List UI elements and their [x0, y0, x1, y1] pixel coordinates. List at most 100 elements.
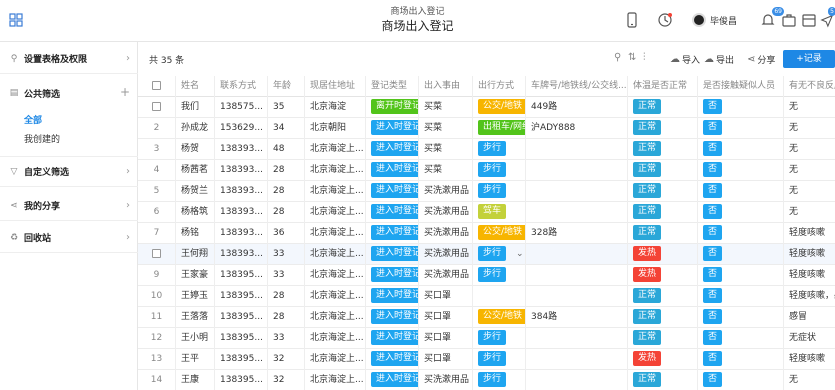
sort-icon[interactable]: ⇅: [628, 52, 636, 63]
table-cell[interactable]: 33: [268, 244, 305, 265]
table-cell[interactable]: 138395...: [215, 349, 268, 370]
header-cell[interactable]: 出入事由: [419, 76, 473, 97]
table-cell[interactable]: 36: [268, 223, 305, 244]
table-cell[interactable]: 步行: [473, 181, 526, 202]
add-record-button[interactable]: +记录: [783, 50, 835, 68]
table-cell[interactable]: 进入时登记: [366, 223, 419, 244]
table-cell[interactable]: 买洗漱用品: [419, 202, 473, 223]
row-number[interactable]: 12: [138, 328, 176, 349]
table-cell[interactable]: 进入时登记: [366, 244, 419, 265]
column-settings-icon[interactable]: ⫶: [643, 52, 646, 63]
table-cell[interactable]: [526, 370, 628, 390]
table-cell[interactable]: 王小明: [176, 328, 215, 349]
table-cell[interactable]: 北京海淀上...: [305, 307, 366, 328]
table-cell[interactable]: 28: [268, 160, 305, 181]
table-cell[interactable]: 正常: [628, 307, 698, 328]
share-button[interactable]: ⋖ 分享: [747, 53, 775, 66]
table-cell[interactable]: 步行: [473, 160, 526, 181]
table-cell[interactable]: 正常: [628, 139, 698, 160]
table-cell[interactable]: 无: [784, 97, 835, 118]
table-row[interactable]: 14 王康 138395... 32 北京海淀上... 进入时登记 买洗漱用品 步行 正常 否 无: [138, 370, 835, 390]
table-cell[interactable]: 328路: [526, 223, 628, 244]
table-cell[interactable]: 进入时登记: [366, 139, 419, 160]
row-number[interactable]: 14: [138, 370, 176, 390]
table-cell[interactable]: 进入时登记: [366, 160, 419, 181]
table-cell[interactable]: 否: [698, 244, 784, 265]
table-cell[interactable]: 轻度咳嗽: [784, 265, 835, 286]
row-checkbox[interactable]: [152, 249, 161, 258]
table-cell[interactable]: 王家豪: [176, 265, 215, 286]
table-cell[interactable]: 正常: [628, 118, 698, 139]
table-cell[interactable]: 出租车/网约车: [473, 118, 526, 139]
header-cell[interactable]: 现居住地址: [305, 76, 366, 97]
table-cell[interactable]: 王何翔: [176, 244, 215, 265]
export-button[interactable]: ☁ 导出: [704, 53, 734, 66]
header-cell[interactable]: 姓名: [176, 76, 215, 97]
table-cell[interactable]: 无症状: [784, 328, 835, 349]
table-cell[interactable]: 正常: [628, 286, 698, 307]
table-cell[interactable]: 发热: [628, 244, 698, 265]
table-cell[interactable]: 轻度咳嗽: [784, 244, 835, 265]
table-cell[interactable]: [526, 181, 628, 202]
table-cell[interactable]: 138393...: [215, 139, 268, 160]
table-row[interactable]: 13 王平 138395... 32 北京海淀上... 进入时登记 买口罩 步行 发热 否 轻度咳嗽: [138, 349, 835, 370]
header-cell[interactable]: 出行方式: [473, 76, 526, 97]
table-cell[interactable]: 153629...: [215, 118, 268, 139]
table-cell[interactable]: 驾车: [473, 202, 526, 223]
sidebar-item-custom-filter[interactable]: ▽ 自定义筛选 ›: [0, 157, 138, 187]
table-cell[interactable]: 北京海淀上...: [305, 223, 366, 244]
table-cell[interactable]: 138393...: [215, 202, 268, 223]
table-cell[interactable]: 进入时登记: [366, 370, 419, 390]
sidebar-item-my-share[interactable]: ⋖ 我的分享 ›: [0, 191, 138, 221]
table-cell[interactable]: 138395...: [215, 370, 268, 390]
table-cell[interactable]: [526, 139, 628, 160]
row-number[interactable]: 5: [138, 181, 176, 202]
header-cell[interactable]: 是否接触疑似人员: [698, 76, 784, 97]
table-cell[interactable]: 无: [784, 181, 835, 202]
table-cell[interactable]: 买口罩: [419, 328, 473, 349]
table-cell[interactable]: 138395...: [215, 307, 268, 328]
table-cell[interactable]: 否: [698, 160, 784, 181]
table-cell[interactable]: 33: [268, 328, 305, 349]
select-all-cell[interactable]: [138, 76, 176, 97]
table-cell[interactable]: 32: [268, 349, 305, 370]
table-cell[interactable]: 否: [698, 286, 784, 307]
table-cell[interactable]: 384路: [526, 307, 628, 328]
table-cell[interactable]: 无: [784, 370, 835, 390]
table-cell[interactable]: 王康: [176, 370, 215, 390]
table-row[interactable]: 12 王小明 138395... 33 北京海淀上... 进入时登记 买口罩 步行 正常 否 无症状: [138, 328, 835, 349]
table-cell[interactable]: 公交/地铁: [473, 97, 526, 118]
table-cell[interactable]: 否: [698, 307, 784, 328]
table-cell[interactable]: 正常: [628, 160, 698, 181]
table-cell[interactable]: 32: [268, 370, 305, 390]
table-cell[interactable]: 正常: [628, 202, 698, 223]
table-cell[interactable]: 进入时登记: [366, 181, 419, 202]
table-row[interactable]: 王何翔 138393... 33 北京海淀上... 进入时登记 买洗漱用品 步行 发热 否 轻度咳…: [138, 244, 835, 265]
sidebar-item-public-filter[interactable]: ▤ 公共筛选 +: [0, 78, 138, 108]
table-cell[interactable]: 轻度咳嗽: [784, 223, 835, 244]
table-cell[interactable]: 买菜: [419, 97, 473, 118]
table-cell[interactable]: 轻度咳嗽，感: [784, 286, 835, 307]
sidebar-item-settings[interactable]: ⚲ 设置表格及权限 ›: [0, 44, 138, 74]
table-cell[interactable]: 无: [784, 202, 835, 223]
row-number[interactable]: 11: [138, 307, 176, 328]
clock-icon[interactable]: [657, 12, 673, 28]
table-cell[interactable]: 48: [268, 139, 305, 160]
table-cell[interactable]: 北京海淀上...: [305, 265, 366, 286]
table-cell[interactable]: 买口罩: [419, 286, 473, 307]
table-cell[interactable]: 买洗漱用品: [419, 223, 473, 244]
table-row[interactable]: 7 杨铭 138393... 36 北京海淀上... 进入时登记 买洗漱用品 公交/地铁 328…: [138, 223, 835, 244]
table-cell[interactable]: 138395...: [215, 328, 268, 349]
table-cell[interactable]: 138393...: [215, 244, 268, 265]
table-row[interactable]: 4 杨茜茗 138393... 28 北京海淀上... 进入时登记 买菜 步行 正常 否 无: [138, 160, 835, 181]
table-cell[interactable]: 沪ADY888: [526, 118, 628, 139]
table-cell[interactable]: 否: [698, 370, 784, 390]
header-cell[interactable]: 年龄: [268, 76, 305, 97]
table-cell[interactable]: 北京海淀上...: [305, 202, 366, 223]
table-cell[interactable]: 进入时登记: [366, 349, 419, 370]
mobile-icon[interactable]: [624, 12, 640, 28]
row-number[interactable]: 6: [138, 202, 176, 223]
table-cell[interactable]: 轻度咳嗽: [784, 349, 835, 370]
table-cell[interactable]: 北京海淀上...: [305, 160, 366, 181]
table-cell[interactable]: [526, 328, 628, 349]
